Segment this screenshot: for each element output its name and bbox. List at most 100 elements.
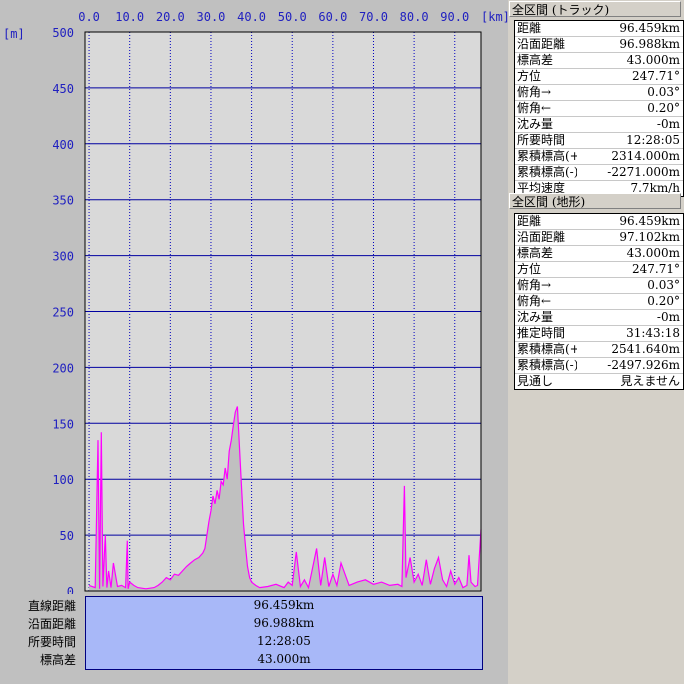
info-panel: 全区間 (トラック) 距離 96.459km 沿面距離 96.988km 標高差 43.0… bbox=[508, 0, 684, 684]
info-row: 距離 96.459km bbox=[515, 214, 683, 230]
x-tick-label: 60.0 bbox=[318, 10, 347, 24]
info-key: 方位 bbox=[517, 69, 542, 83]
info-row: 俯角→ 0.03° bbox=[515, 85, 683, 101]
y-tick-label: 500 bbox=[52, 26, 74, 40]
y-tick-label: 350 bbox=[52, 194, 74, 208]
info-value: 96.988km bbox=[619, 37, 680, 51]
y-tick-label: 0 bbox=[67, 585, 74, 594]
x-tick-label: 0.0 bbox=[78, 10, 100, 24]
info-row: 標高差 43.000m bbox=[515, 53, 683, 69]
info-key: 累積標高(-) bbox=[517, 358, 577, 372]
y-tick-label: 100 bbox=[52, 473, 74, 487]
panel-track-table: 距離 96.459km 沿面距離 96.988km 標高差 43.000m 方位 247.71… bbox=[514, 20, 684, 197]
summary-value-straight-distance: 96.459km bbox=[253, 598, 315, 612]
info-key: 方位 bbox=[517, 262, 542, 276]
info-row: 俯角← 0.20° bbox=[515, 294, 683, 310]
y-tick-label: 150 bbox=[52, 417, 74, 431]
info-value: 43.000m bbox=[626, 246, 680, 260]
info-value: 2541.640m bbox=[611, 342, 680, 356]
profile-area: 500 450 400 350 300 250 200 150 100 50 0 0.0 10.0 20.… bbox=[0, 0, 508, 684]
info-value: 見えません bbox=[620, 374, 680, 388]
x-unit-label: [km] bbox=[481, 10, 508, 24]
x-tick-label: 50.0 bbox=[278, 10, 307, 24]
info-key: 見通し bbox=[517, 374, 554, 388]
info-value: 96.459km bbox=[619, 21, 680, 35]
info-row: 方位 247.71° bbox=[515, 69, 683, 85]
y-tick-label: 400 bbox=[52, 138, 74, 152]
summary-value-surface-distance: 96.988km bbox=[253, 616, 315, 630]
info-row: 距離 96.459km bbox=[515, 21, 683, 37]
panel-track-title[interactable]: 全区間 (トラック) bbox=[509, 1, 681, 17]
summary-value-duration: 12:28:05 bbox=[257, 634, 311, 648]
info-value: 247.71° bbox=[632, 69, 680, 83]
info-value: 97.102km bbox=[619, 230, 680, 244]
info-key: 沿面距離 bbox=[517, 230, 566, 244]
info-value: 0.20° bbox=[647, 101, 680, 115]
info-value: 12:28:05 bbox=[626, 133, 680, 147]
summary-label: 標高差 bbox=[39, 653, 76, 667]
info-row: 推定時間 31:43:18 bbox=[515, 326, 683, 342]
info-key: 沿面距離 bbox=[517, 37, 566, 51]
info-row: 累積標高(+) 2314.000m bbox=[515, 149, 683, 165]
y-tick-label: 450 bbox=[52, 82, 74, 96]
info-row: 所要時間 12:28:05 bbox=[515, 133, 683, 149]
x-tick-label: 40.0 bbox=[237, 10, 266, 24]
info-row: 沿面距離 96.988km bbox=[515, 37, 683, 53]
y-tick-label: 50 bbox=[60, 529, 74, 543]
summary-value-elevation-diff: 43.000m bbox=[257, 652, 311, 666]
x-tick-label: 30.0 bbox=[197, 10, 226, 24]
info-key: 累積標高(-) bbox=[517, 165, 577, 179]
info-key: 距離 bbox=[517, 21, 542, 35]
y-tick-label: 250 bbox=[52, 306, 74, 320]
info-row: 沈み量 -0m bbox=[515, 117, 683, 133]
info-value: 0.03° bbox=[647, 278, 680, 292]
elevation-chart[interactable]: 5004504003503002502001501005000.0 10.0 20.… bbox=[0, 0, 508, 594]
info-value: -0m bbox=[656, 117, 680, 131]
info-row: 俯角← 0.20° bbox=[515, 101, 683, 117]
info-key: 標高差 bbox=[517, 53, 554, 67]
info-value: 96.459km bbox=[619, 214, 680, 228]
panel-terrain-table: 距離 96.459km 沿面距離 97.102km 標高差 43.000m 方位 247.71… bbox=[514, 213, 684, 390]
info-value: 0.20° bbox=[647, 294, 680, 308]
info-key: 推定時間 bbox=[517, 326, 566, 340]
info-value: 0.03° bbox=[647, 85, 680, 99]
info-key: 俯角← bbox=[517, 101, 552, 115]
panel-terrain-title[interactable]: 全区間 (地形) bbox=[509, 193, 681, 209]
info-key: 所要時間 bbox=[517, 133, 566, 147]
info-key: 俯角← bbox=[517, 294, 552, 308]
info-key: 俯角→ bbox=[517, 85, 552, 99]
x-tick-label: 20.0 bbox=[156, 10, 185, 24]
info-row: 累積標高(-) -2271.000m bbox=[515, 165, 683, 181]
info-value: 247.71° bbox=[632, 262, 680, 276]
info-value: -2271.000m bbox=[607, 165, 680, 179]
x-tick-label: 70.0 bbox=[359, 10, 388, 24]
info-value: 43.000m bbox=[626, 53, 680, 67]
info-key: 沈み量 bbox=[517, 117, 554, 131]
x-tick-label: 90.0 bbox=[440, 10, 469, 24]
info-value: 2314.000m bbox=[611, 149, 680, 163]
info-row: 累積標高(-) -2497.926m bbox=[515, 358, 683, 374]
y-tick-label: 200 bbox=[52, 361, 74, 375]
info-row: 俯角→ 0.03° bbox=[515, 278, 683, 294]
info-row: 見通し 見えません bbox=[515, 374, 683, 389]
summary-label: 直線距離 bbox=[27, 599, 76, 613]
info-key: 俯角→ bbox=[517, 278, 552, 292]
info-value: -0m bbox=[656, 310, 680, 324]
info-row: 標高差 43.000m bbox=[515, 246, 683, 262]
summary-label: 所要時間 bbox=[27, 635, 76, 649]
summary-label: 沿面距離 bbox=[27, 617, 76, 631]
info-row: 方位 247.71° bbox=[515, 262, 683, 278]
info-key: 距離 bbox=[517, 214, 542, 228]
info-key: 累積標高(+) bbox=[517, 149, 577, 163]
summary-values-box: 96.459km 96.988km 12:28:05 43.000m bbox=[85, 596, 483, 670]
info-key: 標高差 bbox=[517, 246, 554, 260]
info-row: 沿面距離 97.102km bbox=[515, 230, 683, 246]
info-key: 沈み量 bbox=[517, 310, 554, 324]
info-value: -2497.926m bbox=[607, 358, 680, 372]
y-unit-label: [m] bbox=[3, 27, 25, 41]
info-row: 累積標高(+) 2541.640m bbox=[515, 342, 683, 358]
info-key: 累積標高(+) bbox=[517, 342, 577, 356]
info-value: 31:43:18 bbox=[626, 326, 680, 340]
info-row: 沈み量 -0m bbox=[515, 310, 683, 326]
y-tick-label: 300 bbox=[52, 250, 74, 264]
